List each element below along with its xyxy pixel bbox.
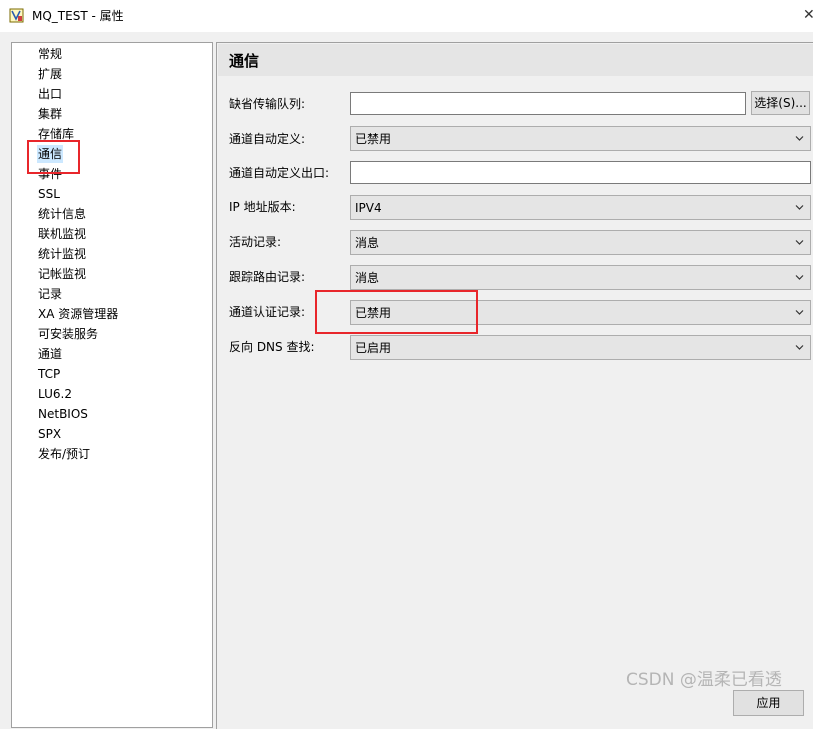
trace-route-recording-label: 跟踪路由记录:: [229, 270, 306, 284]
window-title: MQ_TEST - 属性: [32, 9, 124, 23]
nav-item-events[interactable]: 事件: [37, 165, 63, 183]
nav-item-repository[interactable]: 存储库: [37, 125, 75, 143]
activity-recording-label: 活动记录:: [229, 235, 282, 249]
nav-item-statistics-monitoring[interactable]: 统计监视: [37, 245, 87, 263]
nav-item-publish-subscribe[interactable]: 发布/预订: [37, 445, 91, 463]
activity-recording-value: 消息: [355, 236, 380, 250]
chevron-down-icon: [795, 310, 804, 315]
nav-item-installable-services[interactable]: 可安装服务: [37, 325, 99, 343]
channel-auto-definition-exit-input[interactable]: [350, 161, 811, 184]
settings-panel: 通信 缺省传输队列: 选择(S)... 通道自动定义: 已禁用 通道自动定义出口…: [216, 42, 813, 729]
chevron-down-icon: [795, 205, 804, 210]
channel-authentication-recording-value: 已禁用: [355, 306, 392, 320]
nav-item-netbios[interactable]: NetBIOS: [37, 405, 89, 423]
apply-button[interactable]: 应用: [733, 690, 804, 716]
trace-route-recording-select[interactable]: 消息: [350, 265, 811, 290]
ip-address-version-select[interactable]: IPV4: [350, 195, 811, 220]
select-button[interactable]: 选择(S)...: [751, 91, 810, 115]
default-transmission-queue-input[interactable]: [350, 92, 746, 115]
channel-auto-definition-exit-label: 通道自动定义出口:: [229, 166, 330, 180]
title-bar: MQ_TEST - 属性 ✕: [0, 0, 813, 32]
ip-address-version-label: IP 地址版本:: [229, 200, 296, 214]
nav-item-general[interactable]: 常规: [37, 45, 63, 63]
watermark-text: CSDN @温柔已看透: [626, 670, 782, 690]
chevron-down-icon: [795, 136, 804, 141]
nav-item-extended[interactable]: 扩展: [37, 65, 63, 83]
dialog-body: 常规 扩展 出口 集群 存储库 通信 事件 SSL 统计信息 联机监视 统计监视…: [0, 32, 813, 729]
nav-item-exits[interactable]: 出口: [37, 85, 63, 103]
category-tree[interactable]: 常规 扩展 出口 集群 存储库 通信 事件 SSL 统计信息 联机监视 统计监视…: [11, 42, 213, 728]
reverse-dns-lookup-label: 反向 DNS 查找:: [229, 340, 315, 354]
nav-item-channels[interactable]: 通道: [37, 345, 63, 363]
app-icon: [9, 8, 24, 23]
chevron-down-icon: [795, 345, 804, 350]
reverse-dns-lookup-select[interactable]: 已启用: [350, 335, 811, 360]
ip-address-version-value: IPV4: [355, 201, 382, 215]
nav-item-communication[interactable]: 通信: [37, 145, 64, 163]
chevron-down-icon: [795, 275, 804, 280]
nav-item-cluster[interactable]: 集群: [37, 105, 63, 123]
close-icon[interactable]: ✕: [803, 6, 813, 24]
channel-authentication-recording-label: 通道认证记录:: [229, 305, 306, 319]
channel-auto-definition-value: 已禁用: [355, 132, 392, 146]
channel-authentication-recording-select[interactable]: 已禁用: [350, 300, 811, 325]
activity-recording-select[interactable]: 消息: [350, 230, 811, 255]
trace-route-recording-value: 消息: [355, 271, 380, 285]
section-title: 通信: [229, 52, 260, 70]
reverse-dns-lookup-value: 已启用: [355, 341, 392, 355]
nav-item-lu62[interactable]: LU6.2: [37, 385, 73, 403]
nav-item-statistics[interactable]: 统计信息: [37, 205, 87, 223]
default-transmission-queue-label: 缺省传输队列:: [229, 97, 306, 111]
chevron-down-icon: [795, 240, 804, 245]
nav-item-spx[interactable]: SPX: [37, 425, 62, 443]
nav-item-tcp[interactable]: TCP: [37, 365, 61, 383]
channel-auto-definition-select[interactable]: 已禁用: [350, 126, 811, 151]
nav-item-accounting-monitoring[interactable]: 记帐监视: [37, 265, 87, 283]
nav-item-ssl[interactable]: SSL: [37, 185, 61, 203]
nav-item-online-monitoring[interactable]: 联机监视: [37, 225, 87, 243]
nav-item-xa-resource-manager[interactable]: XA 资源管理器: [37, 305, 119, 323]
nav-item-log[interactable]: 记录: [37, 285, 63, 303]
channel-auto-definition-label: 通道自动定义:: [229, 132, 306, 146]
section-header: 通信: [218, 44, 813, 76]
